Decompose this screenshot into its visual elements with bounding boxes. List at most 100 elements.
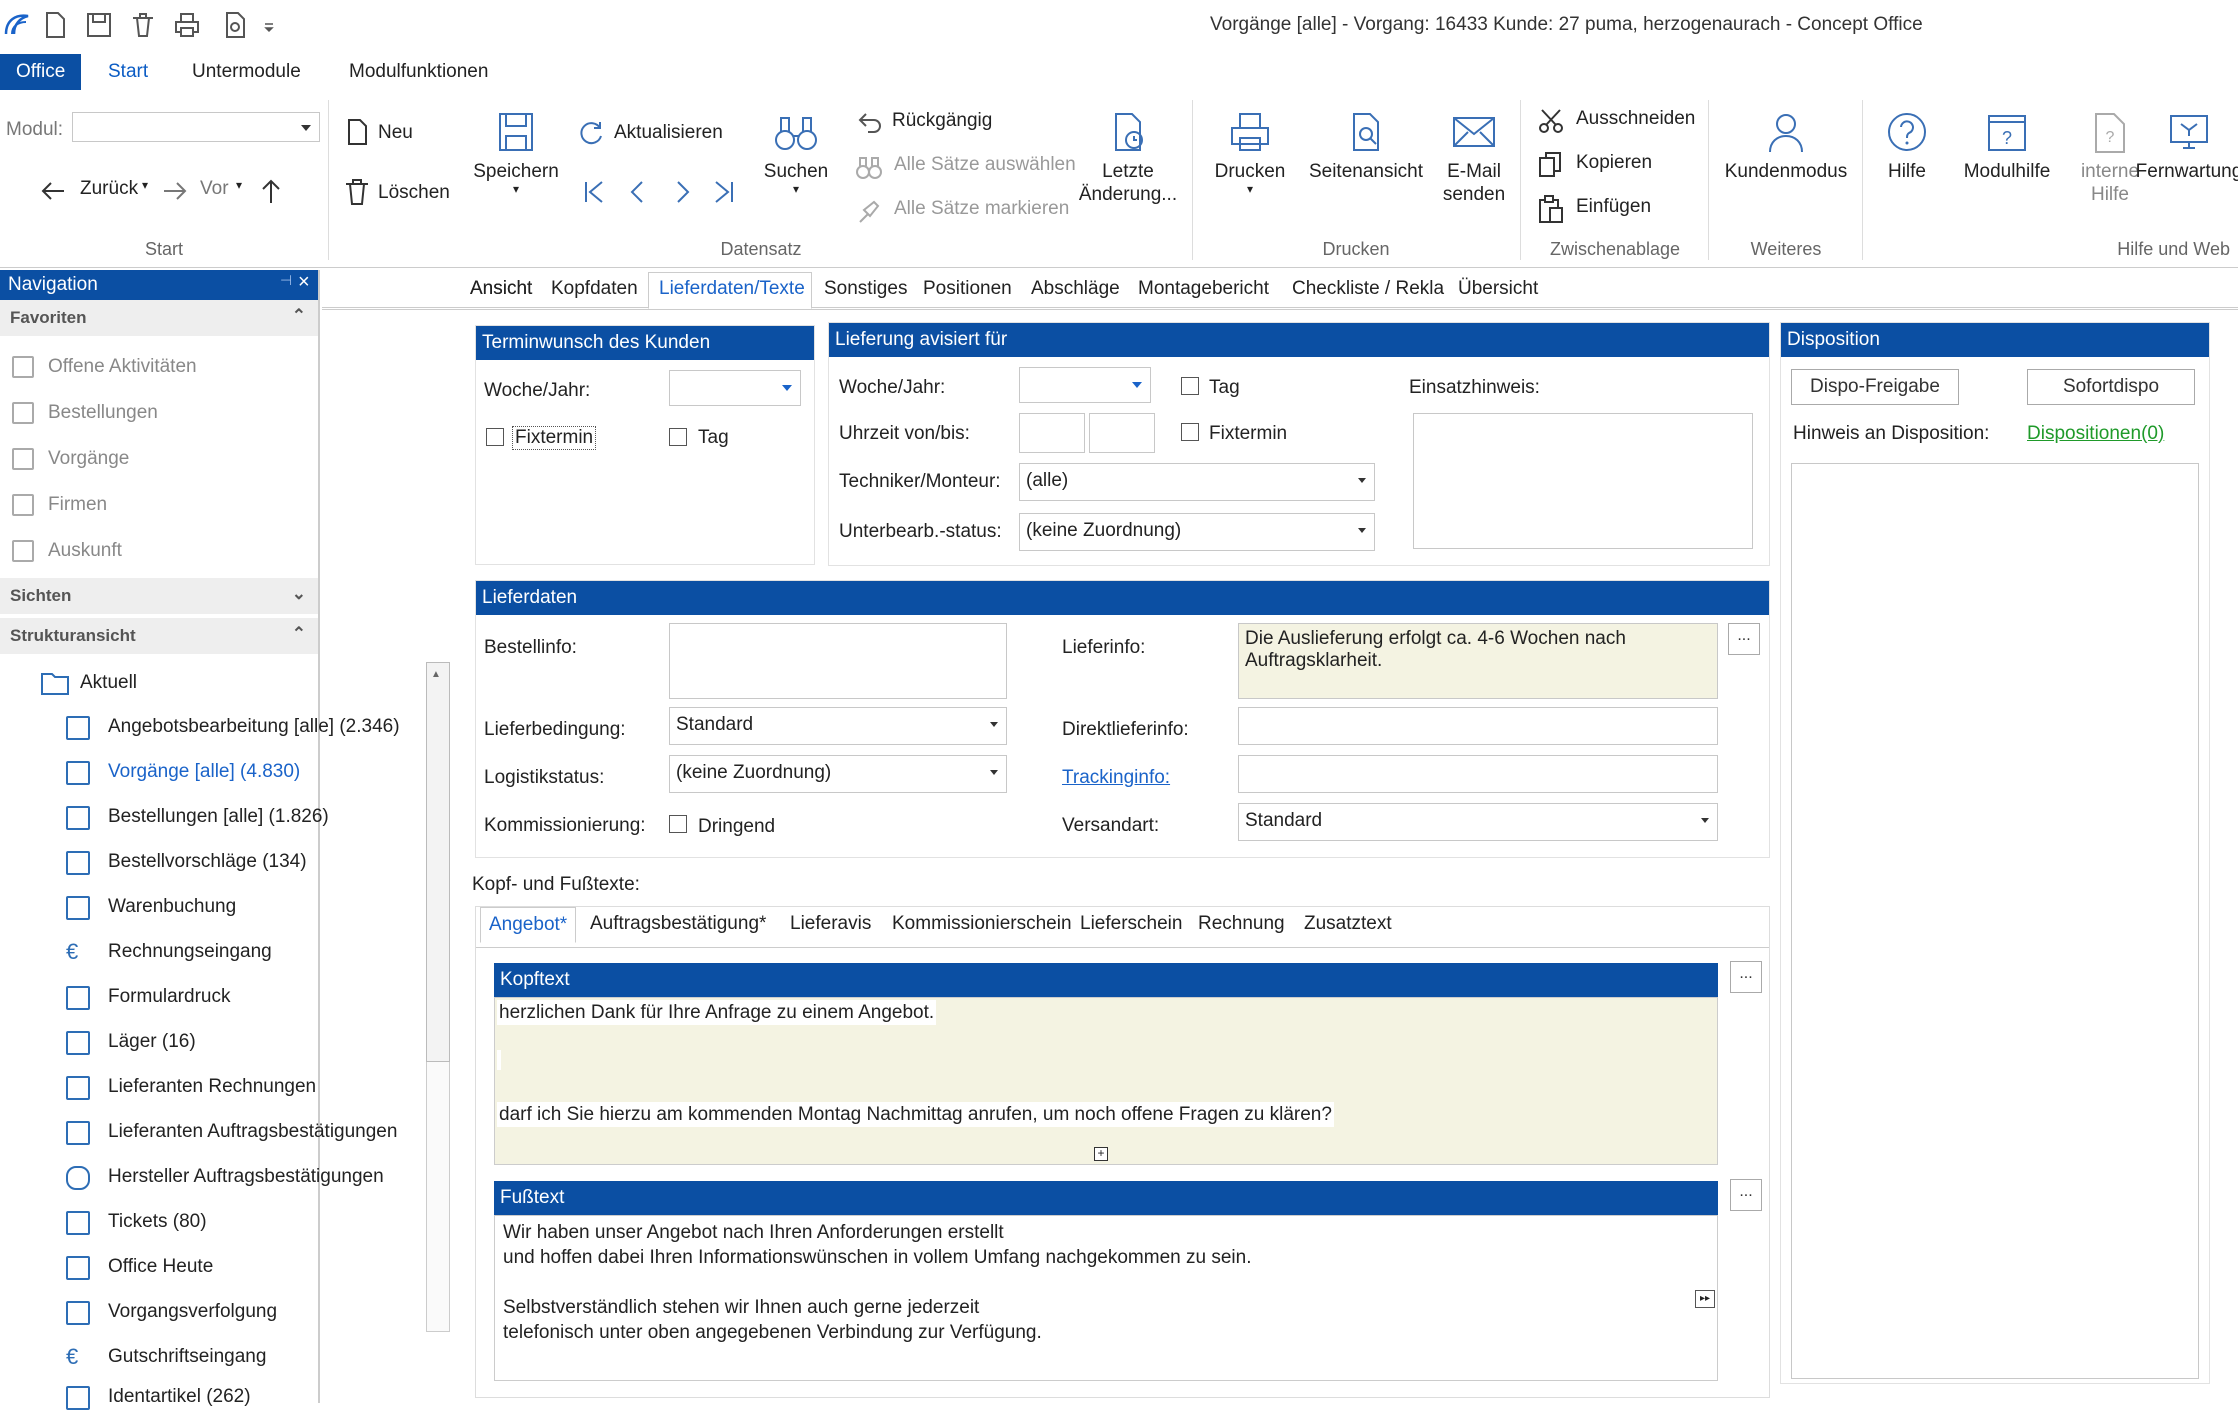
kundenmodus-button[interactable]: Kundenmodus [1716, 110, 1856, 183]
pin-icon[interactable]: ⊣ [280, 272, 292, 289]
save-icon[interactable] [84, 10, 114, 40]
rueckgaengig-button[interactable]: Rückgängig [892, 110, 992, 132]
neu-button[interactable]: Neu [378, 122, 413, 144]
expand-icon[interactable]: ⌄ [292, 584, 306, 604]
favorite-item[interactable]: Vorgänge [12, 448, 129, 470]
section-favoriten[interactable]: Favoriten ⌃ [0, 300, 318, 336]
kopftext-editor[interactable]: herzlichen Dank für Ihre Anfrage zu eine… [494, 997, 1718, 1165]
forward-dropdown-icon[interactable]: ▾ [236, 178, 242, 192]
modulhilfe-button[interactable]: ? Modulhilfe [1952, 110, 2062, 183]
previous-record-icon[interactable] [624, 178, 652, 206]
delete-icon[interactable] [128, 10, 158, 40]
fernwartung-button[interactable]: Fernwartung [2126, 110, 2238, 183]
fixtermin-checkbox[interactable] [486, 428, 504, 446]
letzte-aenderung-button[interactable]: Letzte Änderung... [1078, 110, 1178, 206]
tab-lieferdaten-texte[interactable]: Lieferdaten/Texte [659, 278, 805, 300]
email-senden-button[interactable]: E-Mail senden [1434, 110, 1514, 206]
tree-item[interactable]: Lieferanten Rechnungen [66, 1076, 316, 1100]
collapse-icon[interactable]: ⌃ [292, 624, 306, 644]
tree-item[interactable]: Tickets (80) [66, 1211, 207, 1235]
tree-item[interactable]: Bestellvorschläge (134) [66, 851, 307, 875]
tab-sonstiges[interactable]: Sonstiges [824, 278, 907, 300]
lieferbedingung-select[interactable]: Standard [669, 707, 1007, 745]
disposition-textarea[interactable] [1791, 463, 2199, 1379]
tab-start[interactable]: Start [92, 54, 164, 90]
woche-jahr-select[interactable] [1019, 367, 1151, 403]
alle-saetze-markieren-button[interactable]: Alle Sätze markieren [894, 198, 1069, 220]
techniker-select[interactable]: (alle) [1019, 463, 1375, 501]
einfuegen-button[interactable]: Einfügen [1576, 196, 1651, 218]
tree-item[interactable]: Warenbuchung [66, 896, 236, 920]
trackinginfo-link[interactable]: Trackinginfo: [1062, 767, 1170, 789]
tag-checkbox[interactable] [669, 428, 687, 446]
tree-item[interactable]: Identartikel (262) [66, 1386, 251, 1410]
dringend-checkbox[interactable] [669, 815, 687, 833]
forward-button[interactable]: Vor [200, 178, 229, 200]
tab-untermodule[interactable]: Untermodule [176, 54, 317, 90]
fusstext-editor[interactable]: Wir haben unser Angebot nach Ihren Anfor… [494, 1215, 1718, 1381]
print-preview-icon[interactable] [220, 10, 250, 40]
tree-root[interactable]: Aktuell [40, 672, 137, 695]
arrow-right-icon[interactable] [160, 176, 190, 206]
back-button[interactable]: Zurück [80, 178, 138, 200]
tree-item[interactable]: Formulardruck [66, 986, 230, 1010]
tab-kommissionierschein[interactable]: Kommissionierschein [884, 907, 1080, 941]
bestellinfo-input[interactable] [669, 623, 1007, 699]
lieferinfo-more-button[interactable]: ... [1728, 623, 1760, 655]
close-icon[interactable]: × [298, 271, 310, 294]
sofortdispo-button[interactable]: Sofortdispo [2027, 369, 2195, 405]
fast-forward-icon[interactable]: ▸▸ [1695, 1290, 1715, 1308]
suchen-button[interactable]: Suchen ▾ [746, 110, 846, 195]
favorite-item[interactable]: Bestellungen [12, 402, 158, 424]
tree-item[interactable]: Office Heute [66, 1256, 213, 1280]
tab-angebot[interactable]: Angebot* [480, 907, 577, 943]
next-record-icon[interactable] [668, 178, 696, 206]
resize-handle-icon[interactable]: + [1094, 1147, 1108, 1161]
arrow-left-icon[interactable] [38, 176, 68, 206]
arrow-up-icon[interactable] [256, 176, 286, 206]
aktualisieren-button[interactable]: Aktualisieren [614, 122, 723, 144]
hilfe-button[interactable]: Hilfe [1872, 110, 1942, 183]
tab-auftragsbestaetigung[interactable]: Auftragsbestätigung* [582, 907, 774, 941]
tab-positionen[interactable]: Positionen [923, 278, 1012, 300]
collapse-icon[interactable]: ⌃ [292, 306, 306, 326]
logistikstatus-select[interactable]: (keine Zuordnung) [669, 755, 1007, 793]
loeschen-button[interactable]: Löschen [378, 182, 450, 204]
seitenansicht-button[interactable]: Seitenansicht [1306, 110, 1426, 183]
uhrzeit-von-input[interactable] [1019, 413, 1085, 453]
alle-saetze-auswaehlen-button[interactable]: Alle Sätze auswählen [894, 154, 1076, 176]
einsatzhinweis-textarea[interactable] [1413, 413, 1753, 549]
section-sichten[interactable]: Sichten ⌄ [0, 578, 318, 614]
tree-item-selected[interactable]: Vorgänge [alle] (4.830) [66, 761, 300, 785]
tab-office[interactable]: Office [0, 54, 82, 90]
tab-rechnung[interactable]: Rechnung [1190, 907, 1293, 941]
tag-checkbox[interactable] [1181, 377, 1199, 395]
favorite-item[interactable]: Offene Aktivitäten [12, 356, 197, 378]
modul-select[interactable] [72, 112, 320, 142]
tab-ansicht[interactable]: Ansicht [470, 278, 532, 300]
section-strukturansicht[interactable]: Strukturansicht ⌃ [0, 618, 318, 654]
drucken-button[interactable]: Drucken ▾ [1204, 110, 1296, 195]
fixtermin-checkbox[interactable] [1181, 423, 1199, 441]
kopieren-button[interactable]: Kopieren [1576, 152, 1652, 174]
tree-item[interactable]: Bestellungen [alle] (1.826) [66, 806, 329, 830]
unterbearb-status-select[interactable]: (keine Zuordnung) [1019, 513, 1375, 551]
woche-jahr-select[interactable] [669, 370, 801, 406]
customize-quick-access-icon[interactable] [262, 10, 276, 40]
tab-checkliste-rekla[interactable]: Checkliste / Rekla [1292, 278, 1444, 300]
tree-item[interactable]: € Rechnungseingang [66, 941, 272, 963]
tree-item[interactable]: € Gutschriftseingang [66, 1346, 266, 1368]
tab-zusatztext[interactable]: Zusatztext [1296, 907, 1400, 941]
ausschneiden-button[interactable]: Ausschneiden [1576, 108, 1695, 130]
trackinginfo-input[interactable] [1238, 755, 1718, 793]
tab-abschlaege[interactable]: Abschläge [1031, 278, 1120, 300]
kopftext-more-button[interactable]: ... [1730, 961, 1762, 993]
tab-uebersicht[interactable]: Übersicht [1458, 278, 1538, 300]
tab-montagebericht[interactable]: Montagebericht [1138, 278, 1269, 300]
tab-modulfunktionen[interactable]: Modulfunktionen [333, 54, 504, 90]
versandart-select[interactable]: Standard [1238, 803, 1718, 841]
last-record-icon[interactable] [710, 178, 738, 206]
speichern-button[interactable]: Speichern ▾ [466, 110, 566, 195]
tab-lieferavis[interactable]: Lieferavis [782, 907, 879, 941]
favorite-item[interactable]: Auskunft [12, 540, 122, 562]
